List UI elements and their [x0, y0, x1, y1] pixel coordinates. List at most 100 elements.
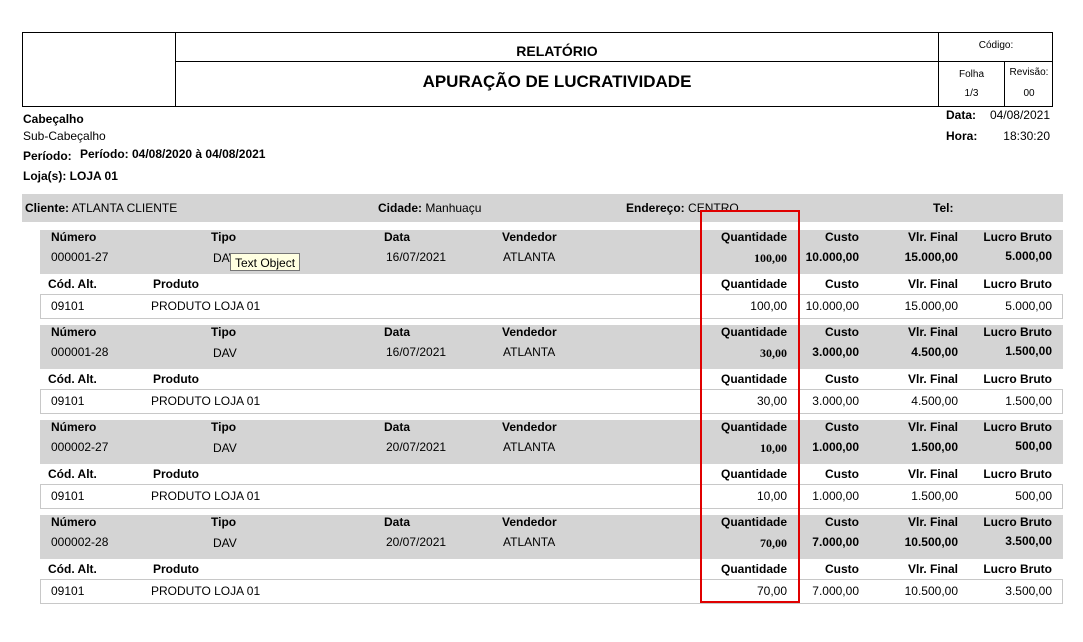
lucro-bruto-label: Lucro Bruto [983, 230, 1052, 244]
order-custo: 10.000,00 [805, 250, 859, 264]
lucro-bruto-label: Lucro Bruto [983, 420, 1052, 434]
order-lucro-bruto: 500,00 [1015, 439, 1052, 453]
produto-label: Produto [153, 277, 199, 291]
produto-label: Produto [153, 467, 199, 481]
custo-label: Custo [825, 420, 859, 434]
data-col-label: Data [384, 230, 411, 244]
item-lucro-bruto-label: Lucro Bruto [983, 562, 1052, 576]
item-vlr-final-label: Vlr. Final [907, 562, 958, 576]
custo-label: Custo [825, 515, 859, 529]
custo-label: Custo [825, 230, 859, 244]
order-lucro-bruto: 5.000,00 [1005, 249, 1052, 263]
item-vlr-final: 1.500,00 [911, 489, 958, 503]
order-block: Número Tipo Data Vendedor Quantidade Cus… [0, 420, 1083, 510]
report-title: APURAÇÃO DE LUCRATIVIDADE [422, 72, 692, 91]
produto-label: Produto [153, 372, 199, 386]
custo-label: Custo [825, 325, 859, 339]
item-lucro-bruto-label: Lucro Bruto [983, 277, 1052, 291]
cod-alt-label: Cód. Alt. [48, 562, 97, 576]
order-tipo: DAV [213, 441, 237, 455]
item-custo: 7.000,00 [812, 584, 859, 598]
cabecalho: Cabeçalho [23, 112, 84, 126]
numero-label: Número [51, 325, 97, 339]
item-produto: PRODUTO LOJA 01 [151, 584, 261, 598]
item-lucro-bruto-label: Lucro Bruto [983, 372, 1052, 386]
item-vlr-final: 4.500,00 [911, 394, 958, 408]
item-custo-label: Custo [825, 277, 859, 291]
revisao-value: 00 [1023, 88, 1035, 99]
order-numero: 000001-27 [51, 250, 109, 264]
item-custo-label: Custo [825, 562, 859, 576]
item-cod-alt: 09101 [51, 489, 85, 503]
item-lucro-bruto: 3.500,00 [1005, 584, 1052, 598]
folha-label: Folha [958, 69, 984, 80]
vlr-final-label: Vlr. Final [907, 325, 958, 339]
order-numero: 000002-28 [51, 535, 109, 549]
order-vendedor: ATLANTA [503, 345, 556, 359]
tipo-label: Tipo [211, 325, 237, 339]
numero-label: Número [51, 230, 97, 244]
item-custo: 10.000,00 [805, 299, 859, 313]
item-vlr-final: 15.000,00 [904, 299, 958, 313]
order-vendedor: ATLANTA [503, 250, 556, 264]
item-cod-alt: 09101 [51, 299, 85, 313]
item-vlr-final-label: Vlr. Final [907, 277, 958, 291]
order-block: Número Tipo Data Vendedor Quantidade Cus… [0, 230, 1083, 320]
vendedor-label: Vendedor [502, 420, 557, 434]
tipo-label: Tipo [211, 230, 237, 244]
order-tipo: DAV [213, 346, 237, 360]
cod-alt-label: Cód. Alt. [48, 277, 97, 291]
item-cod-alt: 09101 [51, 584, 85, 598]
vlr-final-label: Vlr. Final [907, 420, 958, 434]
item-produto: PRODUTO LOJA 01 [151, 299, 261, 313]
cliente-value: ATLANTA CLIENTE [71, 201, 178, 215]
vendedor-label: Vendedor [502, 515, 557, 529]
lojas: Loja(s): LOJA 01 [23, 169, 118, 183]
order-vendedor: ATLANTA [503, 440, 556, 454]
cod-alt-label: Cód. Alt. [48, 467, 97, 481]
item-produto: PRODUTO LOJA 01 [151, 394, 261, 408]
data-col-label: Data [384, 420, 411, 434]
cidade-label: Cidade: [378, 201, 423, 215]
order-custo: 7.000,00 [812, 535, 859, 549]
item-custo: 3.000,00 [812, 394, 859, 408]
tel-label: Tel: [933, 201, 954, 215]
vlr-final-label: Vlr. Final [907, 230, 958, 244]
order-vlr-final: 10.500,00 [904, 535, 958, 549]
lucro-bruto-label: Lucro Bruto [983, 325, 1052, 339]
item-lucro-bruto-label: Lucro Bruto [983, 467, 1052, 481]
periodo-label: Período: [23, 149, 72, 163]
item-vlr-final-label: Vlr. Final [907, 372, 958, 386]
item-produto: PRODUTO LOJA 01 [151, 489, 261, 503]
order-custo: 3.000,00 [812, 345, 859, 359]
item-custo-label: Custo [825, 372, 859, 386]
order-vendedor: ATLANTA [503, 535, 556, 549]
item-custo-label: Custo [825, 467, 859, 481]
lucro-bruto-label: Lucro Bruto [983, 515, 1052, 529]
data-col-label: Data [384, 325, 411, 339]
data-col-label: Data [384, 515, 411, 529]
hora-value: 18:30:20 [1003, 129, 1050, 143]
cod-alt-label: Cód. Alt. [48, 372, 97, 386]
order-data: 20/07/2021 [386, 440, 447, 454]
periodo-value: Período: 04/08/2020 à 04/08/2021 [80, 147, 266, 161]
vendedor-label: Vendedor [502, 325, 557, 339]
order-lucro-bruto: 1.500,00 [1005, 344, 1052, 358]
report-category: RELATÓRIO [516, 43, 598, 59]
tipo-label: Tipo [211, 515, 237, 529]
subcabecalho: Sub-Cabeçalho [23, 129, 106, 143]
order-custo: 1.000,00 [812, 440, 859, 454]
numero-label: Número [51, 420, 97, 434]
item-vlr-final-label: Vlr. Final [907, 467, 958, 481]
item-lucro-bruto: 500,00 [1015, 489, 1052, 503]
item-cod-alt: 09101 [51, 394, 85, 408]
codigo-label: Código: [978, 40, 1014, 51]
order-data: 16/07/2021 [386, 250, 447, 264]
vlr-final-label: Vlr. Final [907, 515, 958, 529]
order-numero: 000002-27 [51, 440, 109, 454]
cidade-value: Manhuaçu [425, 201, 482, 215]
tipo-label: Tipo [211, 420, 237, 434]
produto-label: Produto [153, 562, 199, 576]
numero-label: Número [51, 515, 97, 529]
vendedor-label: Vendedor [502, 230, 557, 244]
